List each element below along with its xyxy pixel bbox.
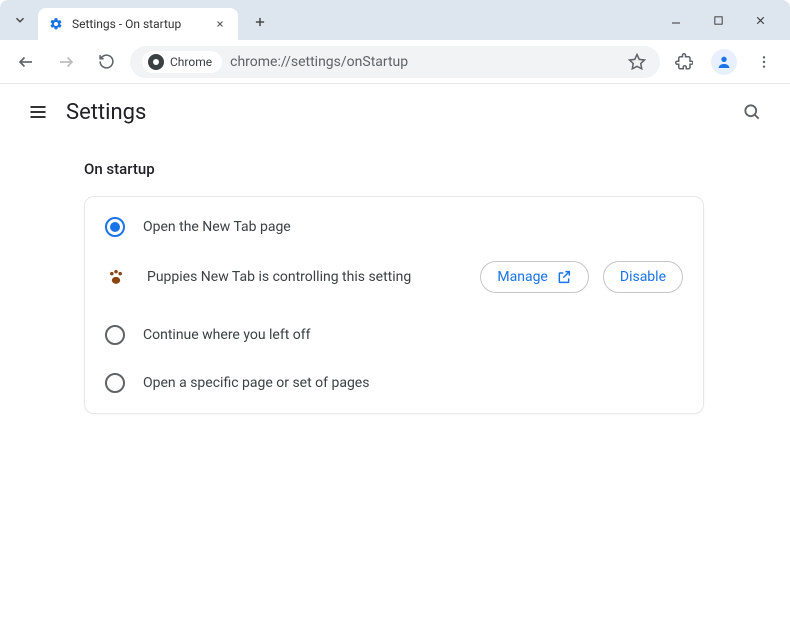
search-button[interactable] bbox=[734, 94, 770, 130]
minimize-button[interactable] bbox=[662, 6, 690, 34]
radio-icon bbox=[105, 325, 125, 345]
page-title: Settings bbox=[66, 100, 146, 125]
radio-option-continue[interactable]: Continue where you left off bbox=[85, 311, 703, 359]
startup-card: Open the New Tab page Puppies New Tab is… bbox=[84, 196, 704, 414]
bookmark-star-icon[interactable] bbox=[626, 46, 648, 78]
close-icon[interactable] bbox=[212, 16, 228, 32]
extension-notice-row: Puppies New Tab is controlling this sett… bbox=[85, 251, 703, 311]
gear-icon bbox=[48, 16, 64, 32]
extensions-icon[interactable] bbox=[668, 46, 700, 78]
site-chip-label: Chrome bbox=[170, 55, 212, 69]
disable-button-label: Disable bbox=[620, 269, 666, 285]
radio-option-new-tab[interactable]: Open the New Tab page bbox=[85, 203, 703, 251]
address-bar: Chrome chrome://settings/onStartup bbox=[0, 40, 790, 84]
window-controls bbox=[662, 6, 774, 34]
section-heading: On startup bbox=[84, 160, 790, 178]
site-chip[interactable]: Chrome bbox=[142, 51, 222, 73]
content-header: Settings bbox=[0, 84, 790, 140]
back-button[interactable] bbox=[10, 46, 42, 78]
new-tab-button[interactable] bbox=[246, 8, 274, 36]
radio-label: Open the New Tab page bbox=[143, 219, 291, 235]
kebab-menu-icon[interactable] bbox=[748, 46, 780, 78]
menu-button[interactable] bbox=[20, 94, 56, 130]
avatar-icon bbox=[711, 49, 737, 75]
window-titlebar: Settings - On startup bbox=[0, 0, 790, 40]
radio-option-specific-pages[interactable]: Open a specific page or set of pages bbox=[85, 359, 703, 407]
paw-icon bbox=[105, 267, 127, 287]
tab-search-button[interactable] bbox=[8, 8, 32, 32]
url-text: chrome://settings/onStartup bbox=[230, 54, 618, 70]
manage-button[interactable]: Manage bbox=[480, 261, 588, 293]
radio-icon bbox=[105, 217, 125, 237]
radio-icon bbox=[105, 373, 125, 393]
open-external-icon bbox=[556, 269, 572, 285]
radio-label: Open a specific page or set of pages bbox=[143, 375, 369, 391]
disable-button[interactable]: Disable bbox=[603, 261, 683, 293]
profile-button[interactable] bbox=[708, 46, 740, 78]
radio-label: Continue where you left off bbox=[143, 327, 311, 343]
tab-title: Settings - On startup bbox=[72, 17, 204, 31]
maximize-button[interactable] bbox=[704, 6, 732, 34]
manage-button-label: Manage bbox=[497, 269, 547, 285]
forward-button[interactable] bbox=[50, 46, 82, 78]
chrome-icon bbox=[148, 54, 164, 70]
reload-button[interactable] bbox=[90, 46, 122, 78]
close-window-button[interactable] bbox=[746, 6, 774, 34]
omnibox[interactable]: Chrome chrome://settings/onStartup bbox=[130, 46, 660, 78]
extension-notice-text: Puppies New Tab is controlling this sett… bbox=[147, 269, 466, 285]
browser-tab[interactable]: Settings - On startup bbox=[38, 8, 238, 40]
main-content: On startup Open the New Tab page Puppies… bbox=[0, 140, 790, 414]
